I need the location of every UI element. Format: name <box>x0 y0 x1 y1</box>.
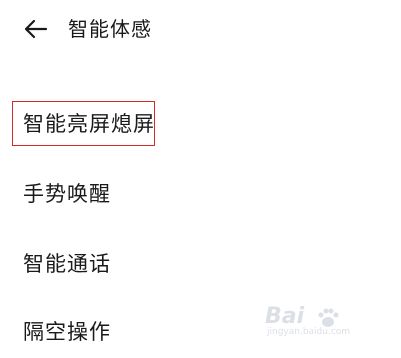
watermark-brand: Bai <box>265 304 305 329</box>
page-title: 智能体感 <box>68 17 152 41</box>
arrow-left-icon <box>24 19 48 39</box>
top-bar: 智能体感 <box>0 0 401 60</box>
menu-item-gesture-wake[interactable]: 手势唤醒 <box>0 168 401 220</box>
highlight-box <box>12 101 155 146</box>
menu-item-smart-call[interactable]: 智能通话 <box>0 238 401 290</box>
watermark: Bai jingyan.baidu.com <box>235 304 385 340</box>
menu-item-label: 隔空操作 <box>23 320 111 344</box>
back-button[interactable] <box>20 16 54 42</box>
menu-item-label: 智能通话 <box>23 252 111 276</box>
watermark-site: jingyan.baidu.com <box>267 327 351 337</box>
menu-item-label: 手势唤醒 <box>23 182 111 206</box>
